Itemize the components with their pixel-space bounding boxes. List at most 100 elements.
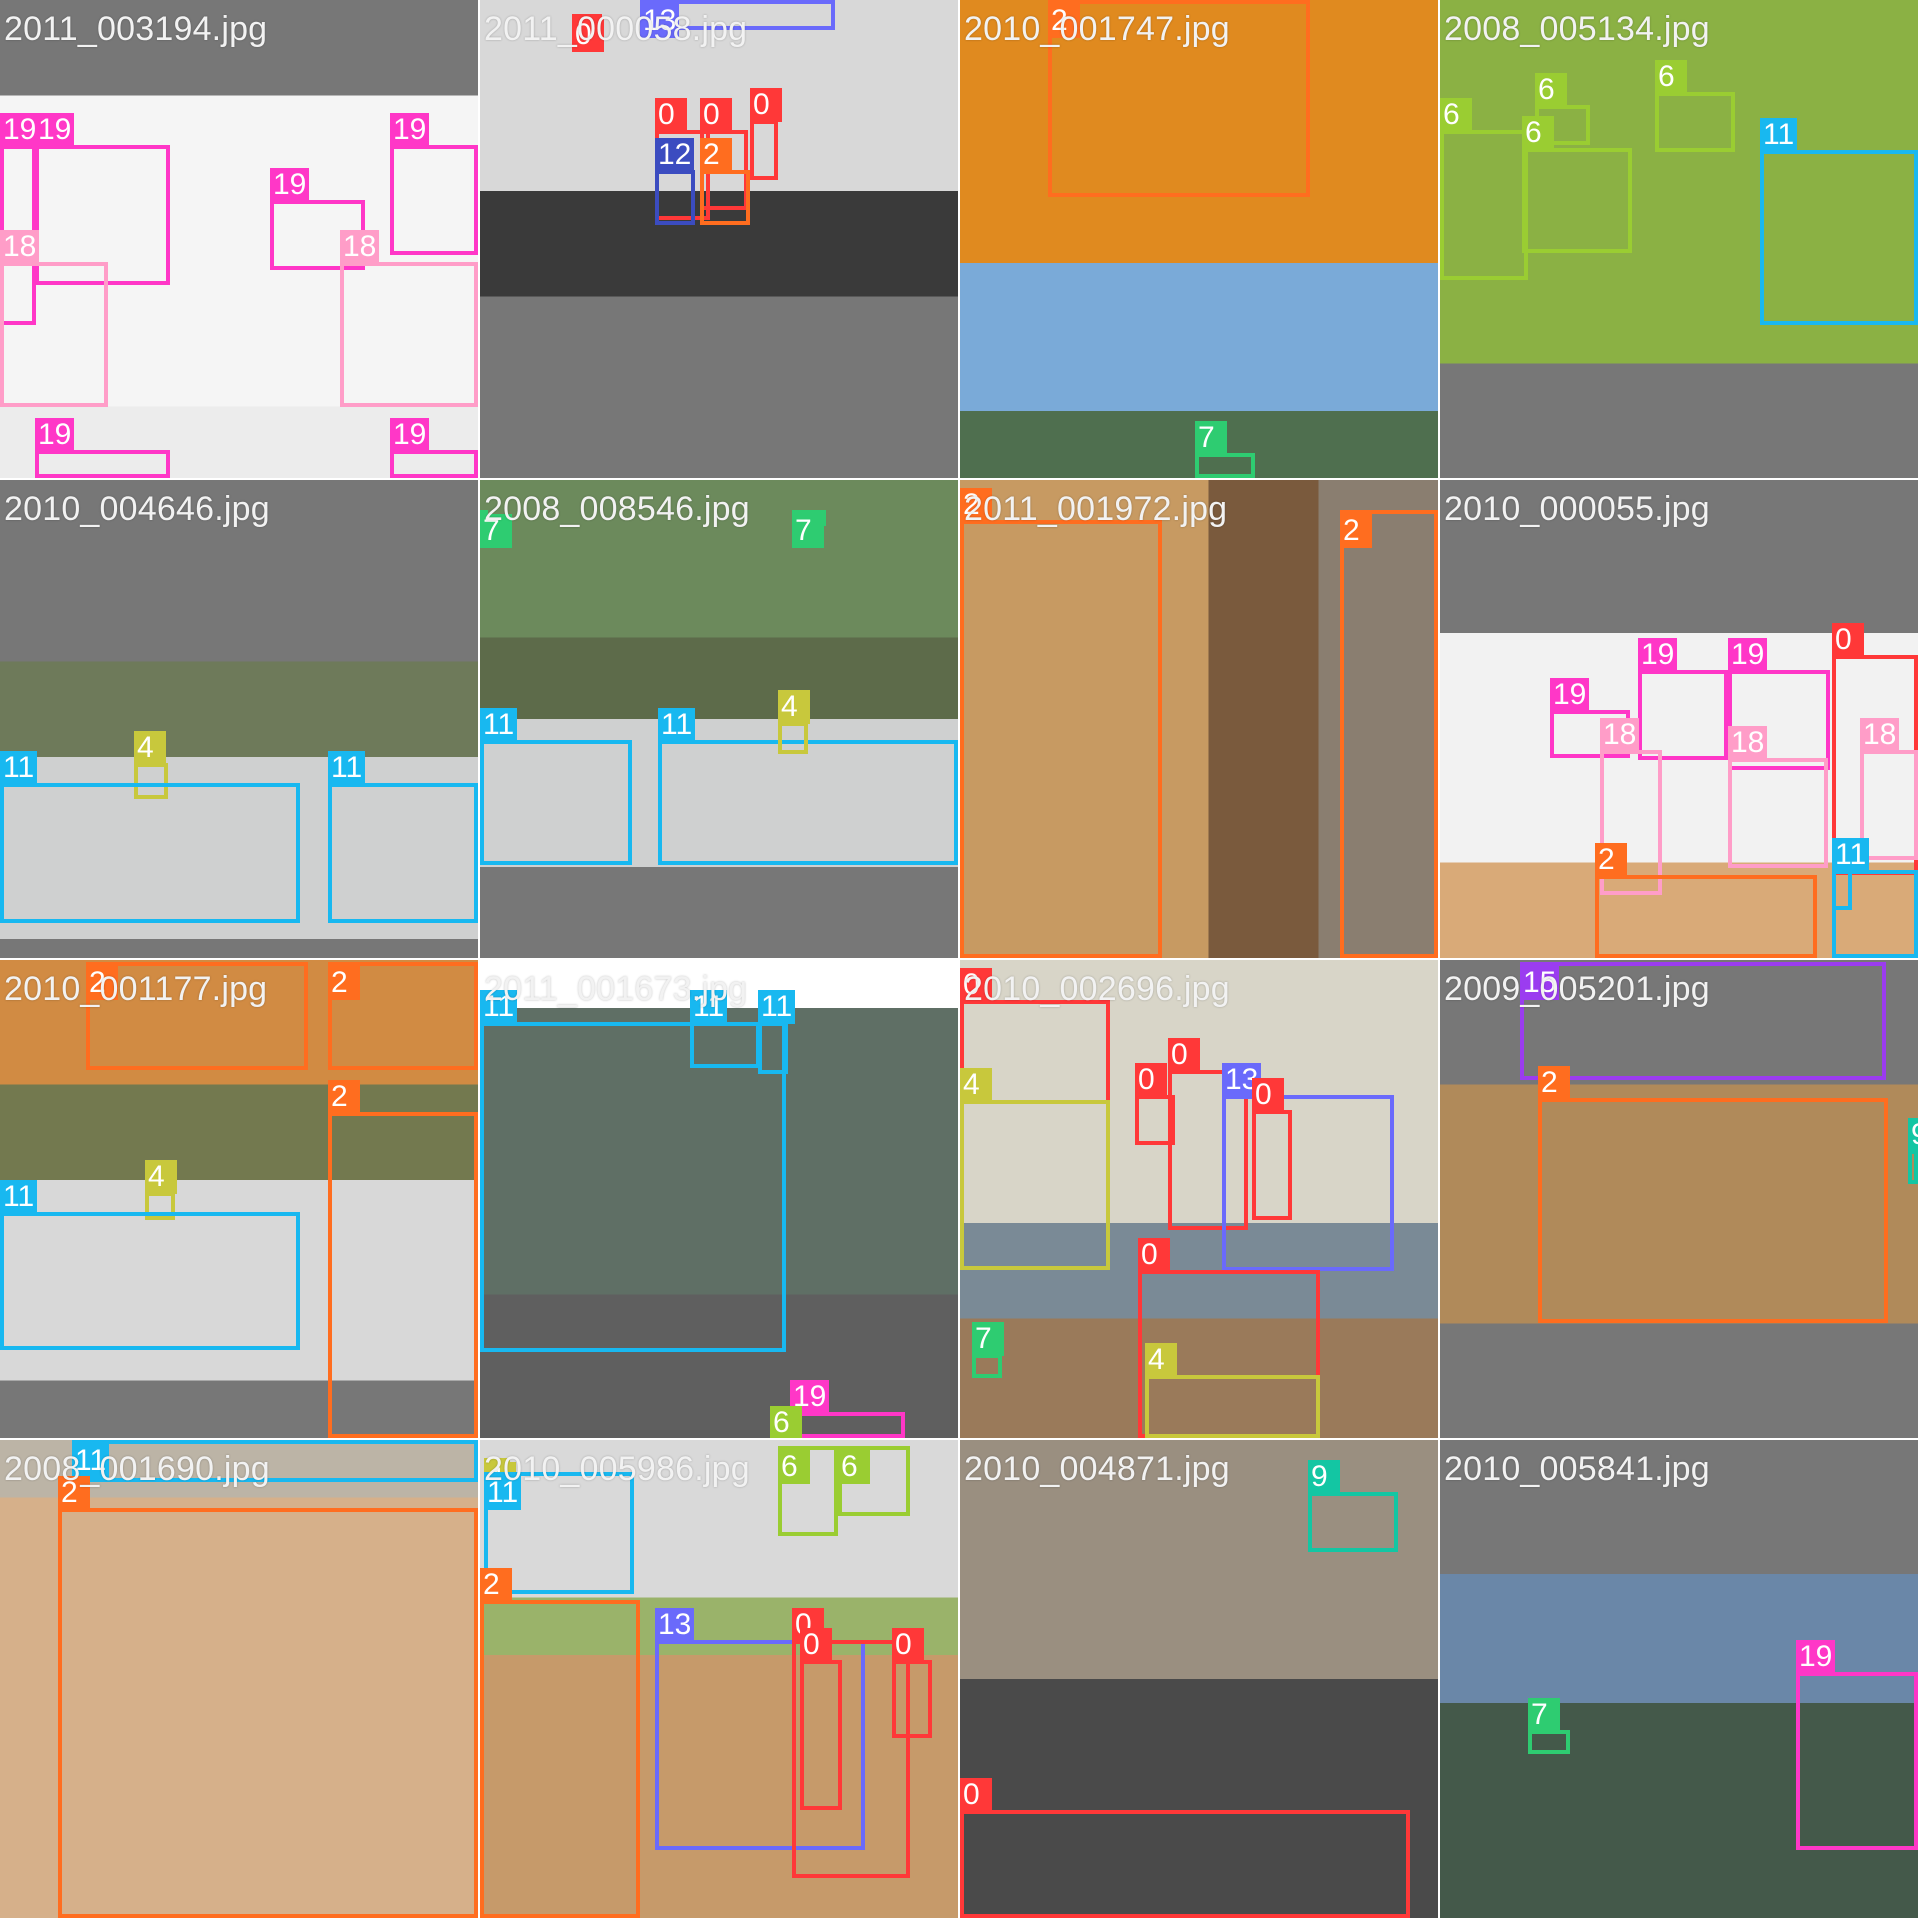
- class-label: 0: [892, 1628, 924, 1662]
- bounding-box: 9: [1908, 1118, 1918, 1184]
- bounding-box: 2: [700, 138, 750, 225]
- mosaic-tile: 2010_001177.jpg 2 2 2 4 11: [0, 960, 478, 1438]
- class-label: 0: [800, 1628, 832, 1662]
- class-label: 11: [0, 751, 38, 785]
- mosaic-tile: 2010_005986.jpg41166213000: [480, 1440, 958, 1918]
- bounding-box: 11: [1760, 118, 1918, 325]
- bounding-box: 2: [1340, 510, 1438, 958]
- mosaic-tile: 2011_001673.jpg 11 11 11 19 6: [480, 960, 958, 1438]
- class-label: 0: [700, 98, 732, 132]
- bounding-box: 7: [972, 1322, 1004, 1378]
- mosaic-tile: 2009_005201.jpg1529: [1440, 960, 1918, 1438]
- tile-filename: 2010_000055.jpg: [1444, 490, 1710, 528]
- class-label: 11: [1760, 118, 1798, 152]
- bounding-box: 19: [1796, 1640, 1918, 1850]
- bounding-box: 7: [792, 510, 826, 548]
- mosaic-tile: 2010_004646.jpg 4 11 11: [0, 480, 478, 958]
- bounding-box: 7: [1528, 1698, 1570, 1754]
- mosaic-tile: 2011_003194.jpg 19 19 19 19 18 18 19 19: [0, 0, 478, 478]
- class-label: 18: [1600, 718, 1640, 752]
- class-label: 0: [960, 1778, 992, 1812]
- mosaic-tile: 2008_008546.jpg 7 7 11 11 4: [480, 480, 958, 958]
- bounding-box: 6: [1522, 116, 1632, 253]
- class-label: 6: [1522, 116, 1554, 150]
- bounding-box: 2: [1595, 843, 1817, 958]
- tile-filename: 2011_001673.jpg: [484, 970, 748, 1008]
- mosaic-tile: 2010_002696.jpg 0 4 0 0 13 0 0 4 7: [960, 960, 1438, 1438]
- tile-filename: 2010_001177.jpg: [4, 970, 268, 1008]
- class-label: 0: [1168, 1038, 1200, 1072]
- class-label: 7: [972, 1322, 1004, 1356]
- mosaic-tile: 2011_000058.jpg 0 13 0 0 0 12 2: [480, 0, 958, 478]
- bounding-box: 12: [655, 138, 695, 225]
- class-label: 4: [1145, 1343, 1177, 1377]
- class-label: 13: [655, 1608, 695, 1642]
- class-label: 0: [1138, 1238, 1170, 1272]
- tile-filename: 2010_001747.jpg: [964, 10, 1230, 48]
- class-label: 2: [1595, 843, 1627, 877]
- bounding-box: 2: [960, 488, 1162, 958]
- tile-filename: 2008_008546.jpg: [484, 490, 750, 528]
- tile-image: [480, 0, 958, 478]
- class-label: 2: [1340, 514, 1372, 548]
- class-label: 19: [1638, 638, 1678, 672]
- bounding-box: 19: [1638, 638, 1728, 760]
- bounding-box: 11: [690, 990, 760, 1068]
- class-label: 19: [1796, 1640, 1836, 1674]
- tile-filename: 2011_000058.jpg: [484, 10, 748, 48]
- bounding-box: 18: [0, 230, 108, 407]
- bounding-box: 2: [480, 1568, 640, 1918]
- bounding-box: 0: [960, 1778, 1410, 1918]
- class-label: 0: [750, 88, 782, 122]
- mosaic-tile: 2010_001747.jpg 2 7: [960, 0, 1438, 478]
- class-label: 19: [35, 113, 75, 147]
- class-label: 6: [838, 1450, 870, 1484]
- bounding-box: 11: [328, 751, 478, 923]
- tile-filename: 2011_001972.jpg: [964, 490, 1228, 528]
- class-label: 7: [792, 514, 824, 548]
- mosaic-grid: 2011_003194.jpg 19 19 19 19 18 18 19 19 2011_0000…: [0, 0, 1920, 1920]
- tile-filename: 2010_002696.jpg: [964, 970, 1230, 1008]
- mosaic-tile: 2010_005841.jpg 7 19: [1440, 1440, 1918, 1918]
- class-label: 0: [1832, 623, 1864, 657]
- class-label: 6: [1440, 98, 1472, 132]
- bounding-box: 2: [58, 1476, 478, 1918]
- bounding-box: 6: [1655, 60, 1735, 152]
- mosaic-tile: 2010_000055.jpg191919018181821111: [1440, 480, 1918, 958]
- bounding-box: 11: [0, 751, 300, 923]
- class-label: 19: [0, 113, 40, 147]
- bounding-box: 6: [778, 1446, 838, 1536]
- class-label: 19: [1728, 638, 1768, 672]
- mosaic-tile: 2010_004871.jpg 9 0: [960, 1440, 1438, 1918]
- bounding-box: 13: [1222, 1063, 1394, 1271]
- class-label: 18: [1860, 718, 1900, 752]
- class-label: 7: [1195, 421, 1227, 455]
- class-label: 4: [134, 731, 166, 765]
- bounding-box: 2: [328, 962, 478, 1070]
- class-label: 9: [1908, 1118, 1918, 1152]
- class-label: 0: [1135, 1063, 1167, 1097]
- tile-filename: 2010_005986.jpg: [484, 1450, 750, 1488]
- tile-filename: 2011_003194.jpg: [4, 10, 268, 48]
- class-label: 0: [1252, 1078, 1284, 1112]
- bounding-box: 19: [35, 418, 170, 478]
- bounding-box: 11: [1832, 838, 1870, 910]
- class-label: 19: [390, 418, 430, 452]
- class-label: 11: [758, 990, 796, 1024]
- bounding-box: 2: [1538, 1066, 1888, 1323]
- bounding-box: 6: [1440, 98, 1528, 280]
- tile-filename: 2010_005841.jpg: [1444, 1450, 1710, 1488]
- class-label: 2: [328, 966, 360, 1000]
- class-label: 11: [658, 708, 696, 742]
- class-label: 18: [340, 230, 380, 264]
- class-label: 0: [655, 98, 687, 132]
- class-label: 11: [480, 708, 518, 742]
- bounding-box: 6: [838, 1446, 910, 1516]
- tile-filename: 2010_004871.jpg: [964, 1450, 1230, 1488]
- class-label: 4: [778, 690, 810, 724]
- class-label: 6: [1535, 73, 1567, 107]
- bounding-box: 11: [758, 990, 796, 1074]
- bounding-box: 11: [658, 708, 958, 865]
- class-label: 19: [390, 113, 430, 147]
- class-label: 2: [700, 138, 732, 172]
